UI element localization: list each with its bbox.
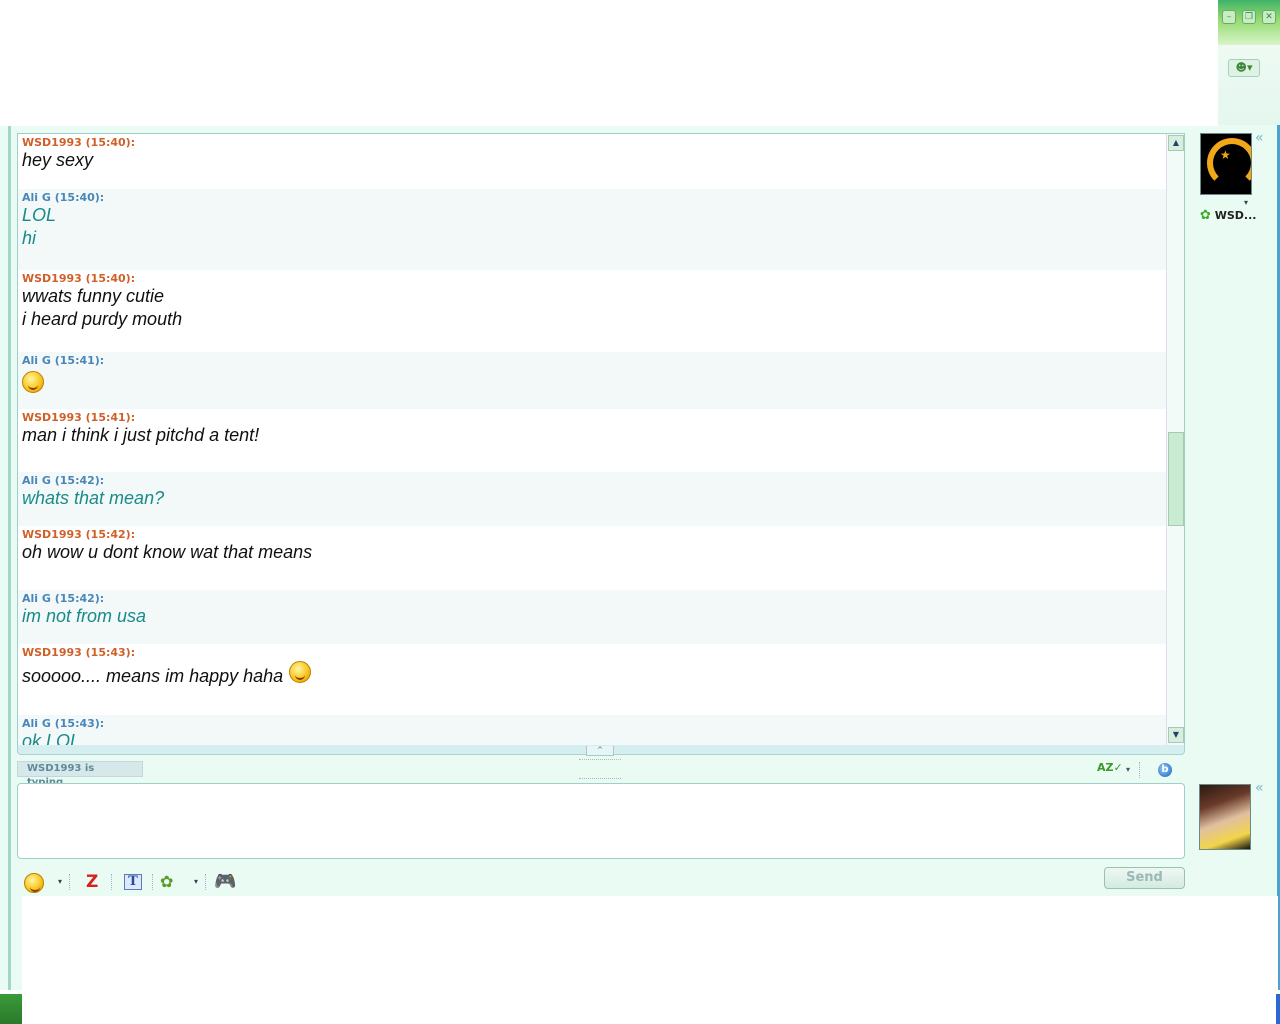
taskbar-edge xyxy=(1276,994,1280,1024)
chat-message: Ali G (15:43): ok LOL xyxy=(18,715,1184,746)
chat-message: WSD1993 (15:43): sooooo.... means im happ… xyxy=(18,644,1184,715)
message-text: ok LOL xyxy=(22,730,1180,746)
bing-search-icon[interactable]: b xyxy=(1158,763,1172,777)
wink-emoticon-icon xyxy=(24,872,44,893)
font-format-button[interactable]: T xyxy=(124,874,142,890)
message-header: Ali G (15:41): xyxy=(22,354,105,367)
message-text: man i think i just pitchd a tent! xyxy=(22,424,1180,447)
emoticon-button[interactable] xyxy=(24,870,54,894)
message-header: Ali G (15:40): xyxy=(22,191,105,204)
close-button[interactable]: ✕ xyxy=(1262,10,1276,24)
toolbar-divider xyxy=(1139,762,1140,778)
emoticon-dropdown-icon[interactable]: ▾ xyxy=(58,877,62,886)
toolbar-divider xyxy=(111,874,112,890)
chat-message: Ali G (15:40): LOL hi xyxy=(18,189,1184,270)
collapse-contact-pic-icon[interactable]: « xyxy=(1255,130,1264,146)
splitter-grip[interactable] xyxy=(579,759,621,761)
chat-message: Ali G (15:42): im not from usa xyxy=(18,590,1184,644)
toolbar-divider xyxy=(152,874,153,890)
typing-indicator: WSD1993 is typing... xyxy=(17,761,143,788)
message-header: Ali G (15:42): xyxy=(22,474,105,487)
chat-history[interactable]: WSD1993 (15:40): hey sexy Ali G (15:40): LO… xyxy=(17,133,1185,746)
message-text: sooooo.... means im happy haha xyxy=(22,659,1180,688)
chat-message: Ali G (15:42): whats that mean? xyxy=(18,472,1184,526)
person-status-icon: ☻ xyxy=(1235,61,1247,74)
message-text-content: hi xyxy=(22,228,37,248)
history-scrollbar[interactable]: ▲ ▼ xyxy=(1166,134,1184,745)
message-header: WSD1993 (15:40): xyxy=(22,272,136,285)
contact-name: WSD... xyxy=(1214,209,1257,222)
message-text-content: sooooo.... means im happy haha xyxy=(22,666,284,686)
smile-emoticon-icon xyxy=(289,661,312,684)
message-header: WSD1993 (15:40): xyxy=(22,136,136,149)
toolbar-divider xyxy=(205,874,206,890)
contact-pic-dropdown-icon[interactable]: ▾ xyxy=(1244,198,1248,207)
chat-message: WSD1993 (15:42): oh wow u dont know wat t… xyxy=(18,526,1184,590)
online-status-icon: ✿ xyxy=(1200,208,1211,223)
title-bar: – ❐ ✕ xyxy=(1216,0,1280,45)
chat-message: WSD1993 (15:40): hey sexy xyxy=(18,134,1184,189)
message-text: LOL xyxy=(22,204,1180,227)
message-text-content: im not from usa xyxy=(22,606,147,626)
message-header: Ali G (15:43): xyxy=(22,717,105,730)
scroll-up-arrow[interactable]: ▲ xyxy=(1168,135,1184,151)
chat-message: Ali G (15:41): xyxy=(18,352,1184,409)
message-text: im not from usa xyxy=(22,605,1180,628)
restore-button[interactable]: ❐ xyxy=(1242,10,1256,24)
splitter-toggle[interactable]: ^ xyxy=(586,746,614,756)
message-text-content: wwats funny cutie xyxy=(22,286,165,306)
scroll-thumb[interactable] xyxy=(1168,432,1184,526)
message-text: hey sexy xyxy=(22,149,1180,172)
top-toolbar xyxy=(1216,45,1280,125)
start-button[interactable] xyxy=(0,994,22,1024)
message-text-content: whats that mean? xyxy=(22,488,165,508)
message-input[interactable] xyxy=(17,783,1185,859)
spell-check-icon[interactable]: AZ✓ xyxy=(1097,761,1123,774)
winks-dropdown-icon[interactable]: ▾ xyxy=(194,877,198,886)
chat-message: WSD1993 (15:41): man i think i just pitch… xyxy=(18,409,1184,472)
message-text: i heard purdy mouth xyxy=(22,308,1180,331)
nudge-button[interactable]: Z xyxy=(86,870,98,894)
message-text: hi xyxy=(22,227,1180,250)
message-header: WSD1993 (15:41): xyxy=(22,411,136,424)
scroll-down-arrow[interactable]: ▼ xyxy=(1168,727,1184,743)
messenger-screen: – ❐ ✕ ☻▾ WSD1993 (15:40): hey sexy Ali G (… xyxy=(0,0,1280,1024)
contact-name-status: ✿ WSD... xyxy=(1200,208,1256,223)
message-text-content: hey sexy xyxy=(22,150,94,170)
collapse-my-pic-icon[interactable]: « xyxy=(1255,780,1264,796)
send-button[interactable]: Send xyxy=(1104,867,1185,889)
message-header: Ali G (15:42): xyxy=(22,592,105,605)
message-text-content: man i think i just pitchd a tent! xyxy=(22,425,260,445)
message-text: oh wow u dont know wat that means xyxy=(22,541,1180,564)
message-text: whats that mean? xyxy=(22,487,1180,510)
minimize-button[interactable]: – xyxy=(1222,10,1236,24)
message-header: WSD1993 (15:42): xyxy=(22,528,136,541)
message-text-content: ok LOL xyxy=(22,731,81,746)
contact-display-picture[interactable] xyxy=(1200,133,1252,195)
chat-message: WSD1993 (15:40): wwats funny cutie i heard… xyxy=(18,270,1184,352)
winks-button[interactable]: ✿ xyxy=(160,870,173,894)
splitter-grip-lower[interactable] xyxy=(579,778,621,780)
message-text: wwats funny cutie xyxy=(22,285,1180,308)
games-button[interactable]: 🎮 xyxy=(214,870,236,894)
chevron-down-icon: ▾ xyxy=(1246,61,1253,74)
spell-check-dropdown-icon[interactable]: ▾ xyxy=(1126,765,1130,774)
toolbar-divider xyxy=(69,874,70,890)
big-smile-emoticon-icon xyxy=(22,371,44,394)
blank-overlay-top xyxy=(0,0,1218,126)
contact-status-button[interactable]: ☻▾ xyxy=(1228,59,1260,77)
message-text-content: oh wow u dont know wat that means xyxy=(22,542,313,562)
message-text-content: i heard purdy mouth xyxy=(22,309,183,329)
message-text-content: LOL xyxy=(22,205,57,225)
my-display-picture[interactable] xyxy=(1199,784,1251,850)
blank-overlay-bottom xyxy=(22,896,1278,1024)
message-header: WSD1993 (15:43): xyxy=(22,646,136,659)
